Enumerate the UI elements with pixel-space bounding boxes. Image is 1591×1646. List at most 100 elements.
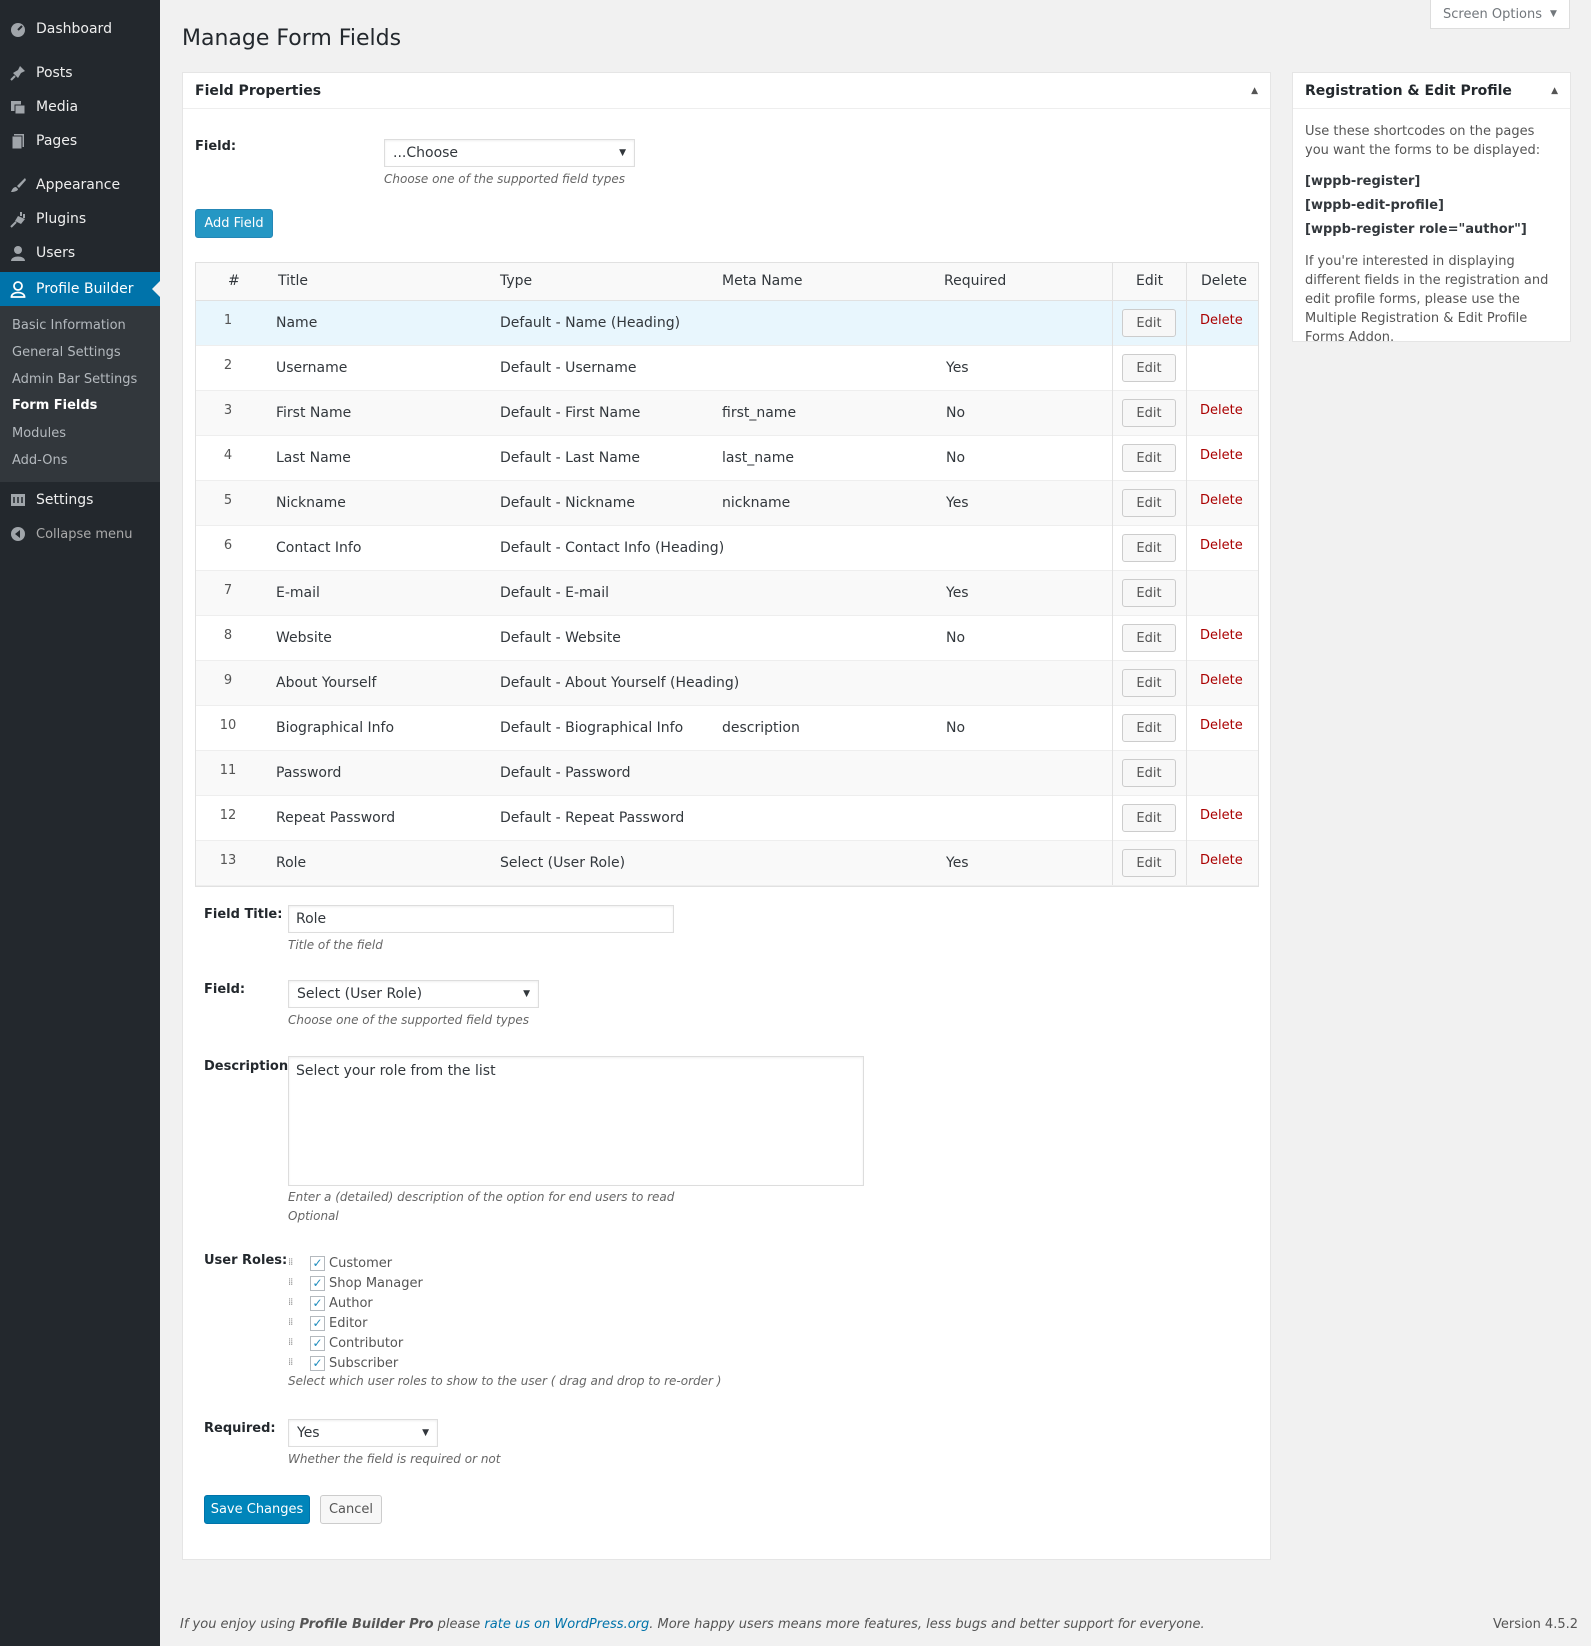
- user-role-item[interactable]: ⁞⁞ ✓ Contributor: [288, 1334, 403, 1352]
- drag-handle-icon[interactable]: ⁞⁞: [288, 1278, 302, 1288]
- edit-button[interactable]: Edit: [1122, 579, 1176, 607]
- plug-icon: [0, 210, 36, 228]
- edit-button[interactable]: Edit: [1122, 444, 1176, 472]
- row-type: Default - About Yourself (Heading): [500, 675, 740, 691]
- col-meta-name: Meta Name: [722, 273, 803, 289]
- drag-handle-icon[interactable]: ⁞⁞: [288, 1318, 302, 1328]
- user-role-item[interactable]: ⁞⁞ ✓ Author: [288, 1294, 373, 1312]
- row-required: No: [946, 450, 966, 466]
- field-select[interactable]: Select (User Role) ▼: [288, 980, 539, 1008]
- table-row: 5 Nickname Default - Nickname nickname Yes Ed…: [196, 481, 1258, 526]
- menu-users[interactable]: Users: [0, 236, 160, 270]
- collapse-triangle-icon[interactable]: ▲: [1251, 86, 1258, 96]
- role-checkbox[interactable]: ✓: [310, 1275, 325, 1291]
- field-properties-header[interactable]: Field Properties ▲: [183, 73, 1270, 109]
- edit-button[interactable]: Edit: [1122, 489, 1176, 517]
- description-textarea[interactable]: Select your role from the list: [288, 1056, 864, 1186]
- drag-handle-icon[interactable]: ⁞⁞: [288, 1298, 302, 1308]
- collapse-menu[interactable]: Collapse menu: [0, 522, 160, 546]
- column-divider: [1186, 263, 1187, 885]
- delete-link[interactable]: Delete: [1200, 718, 1243, 733]
- required-select[interactable]: Yes ▼: [288, 1419, 438, 1447]
- drag-handle-icon[interactable]: ⁞⁞: [288, 1338, 302, 1348]
- add-field-button[interactable]: Add Field: [195, 209, 273, 238]
- row-number: 4: [223, 448, 233, 463]
- pin-icon: [0, 64, 36, 82]
- row-title: Last Name: [276, 450, 351, 466]
- delete-link[interactable]: Delete: [1200, 853, 1243, 868]
- menu-plugins[interactable]: Plugins: [0, 202, 160, 236]
- submenu-add-ons[interactable]: Add-Ons: [12, 453, 67, 468]
- row-type: Default - Name (Heading): [500, 315, 681, 331]
- save-changes-button[interactable]: Save Changes: [204, 1495, 310, 1524]
- shortcode-register: [wppb-register]: [1305, 174, 1421, 189]
- row-required: Yes: [946, 855, 969, 871]
- field-type-select[interactable]: ...Choose ▼: [384, 139, 635, 167]
- delete-link[interactable]: Delete: [1200, 448, 1243, 463]
- user-roles-description: Select which user roles to show to the u…: [288, 1374, 722, 1388]
- user-role-item[interactable]: ⁞⁞ ✓ Shop Manager: [288, 1274, 423, 1292]
- submenu-modules[interactable]: Modules: [12, 426, 66, 441]
- edit-button[interactable]: Edit: [1122, 534, 1176, 562]
- row-type: Default - Password: [500, 765, 631, 781]
- user-role-item[interactable]: ⁞⁞ ✓ Customer: [288, 1254, 392, 1272]
- table-row: 13 Role Select (User Role) Yes Edit Delete: [196, 841, 1258, 886]
- menu-media[interactable]: Media: [0, 90, 160, 124]
- row-required: Yes: [946, 360, 969, 376]
- edit-button[interactable]: Edit: [1122, 399, 1176, 427]
- edit-button[interactable]: Edit: [1122, 354, 1176, 382]
- edit-button[interactable]: Edit: [1122, 309, 1176, 337]
- submenu-basic-information[interactable]: Basic Information: [12, 318, 126, 333]
- row-title: Contact Info: [276, 540, 362, 556]
- field-title-input[interactable]: Role: [288, 905, 674, 933]
- menu-dashboard[interactable]: Dashboard: [0, 12, 160, 46]
- user-role-item[interactable]: ⁞⁞ ✓ Editor: [288, 1314, 367, 1332]
- col-delete: Delete: [1201, 273, 1247, 289]
- drag-handle-icon[interactable]: ⁞⁞: [288, 1358, 302, 1368]
- delete-link[interactable]: Delete: [1200, 628, 1243, 643]
- field-select-label: Field:: [204, 982, 246, 997]
- edit-button[interactable]: Edit: [1122, 714, 1176, 742]
- delete-link[interactable]: Delete: [1200, 313, 1243, 328]
- menu-pages[interactable]: Pages: [0, 124, 160, 158]
- screen-options-button[interactable]: Screen Options ▼: [1430, 0, 1570, 29]
- drag-handle-icon[interactable]: ⁞⁞: [288, 1258, 302, 1268]
- cancel-button[interactable]: Cancel: [320, 1495, 382, 1524]
- textarea-value: Select your role from the list: [296, 1063, 496, 1079]
- role-checkbox[interactable]: ✓: [310, 1315, 325, 1331]
- menu-label: Pages: [36, 133, 78, 149]
- row-title: Password: [276, 765, 342, 781]
- table-row: 6 Contact Info Default - Contact Info (Hea…: [196, 526, 1258, 571]
- edit-button[interactable]: Edit: [1122, 624, 1176, 652]
- delete-link[interactable]: Delete: [1200, 538, 1243, 553]
- role-checkbox[interactable]: ✓: [310, 1295, 325, 1311]
- menu-profile-builder[interactable]: Profile Builder: [0, 272, 160, 306]
- role-checkbox[interactable]: ✓: [310, 1255, 325, 1271]
- role-checkbox[interactable]: ✓: [310, 1355, 325, 1371]
- registration-box-header[interactable]: Registration & Edit Profile ▲: [1293, 73, 1570, 109]
- menu-appearance[interactable]: Appearance: [0, 168, 160, 202]
- delete-link[interactable]: Delete: [1200, 403, 1243, 418]
- menu-label: Dashboard: [36, 21, 112, 37]
- role-checkbox[interactable]: ✓: [310, 1335, 325, 1351]
- submenu-form-fields[interactable]: Form Fields: [12, 398, 97, 413]
- edit-button[interactable]: Edit: [1122, 759, 1176, 787]
- row-title: Role: [276, 855, 307, 871]
- row-type: Default - First Name: [500, 405, 641, 421]
- delete-link[interactable]: Delete: [1200, 673, 1243, 688]
- edit-button[interactable]: Edit: [1122, 669, 1176, 697]
- delete-link[interactable]: Delete: [1200, 808, 1243, 823]
- settings-icon: [0, 491, 36, 509]
- rate-us-link[interactable]: rate us on WordPress.org: [484, 1617, 649, 1632]
- row-number: 9: [223, 673, 233, 688]
- edit-button[interactable]: Edit: [1122, 849, 1176, 877]
- submenu-admin-bar-settings[interactable]: Admin Bar Settings: [12, 372, 137, 387]
- collapse-triangle-icon[interactable]: ▲: [1551, 86, 1558, 96]
- delete-link[interactable]: Delete: [1200, 493, 1243, 508]
- menu-posts[interactable]: Posts: [0, 56, 160, 90]
- menu-settings[interactable]: Settings: [0, 483, 160, 517]
- submenu-general-settings[interactable]: General Settings: [12, 345, 121, 360]
- user-role-item[interactable]: ⁞⁞ ✓ Subscriber: [288, 1354, 398, 1372]
- edit-button[interactable]: Edit: [1122, 804, 1176, 832]
- col-type: Type: [500, 273, 533, 289]
